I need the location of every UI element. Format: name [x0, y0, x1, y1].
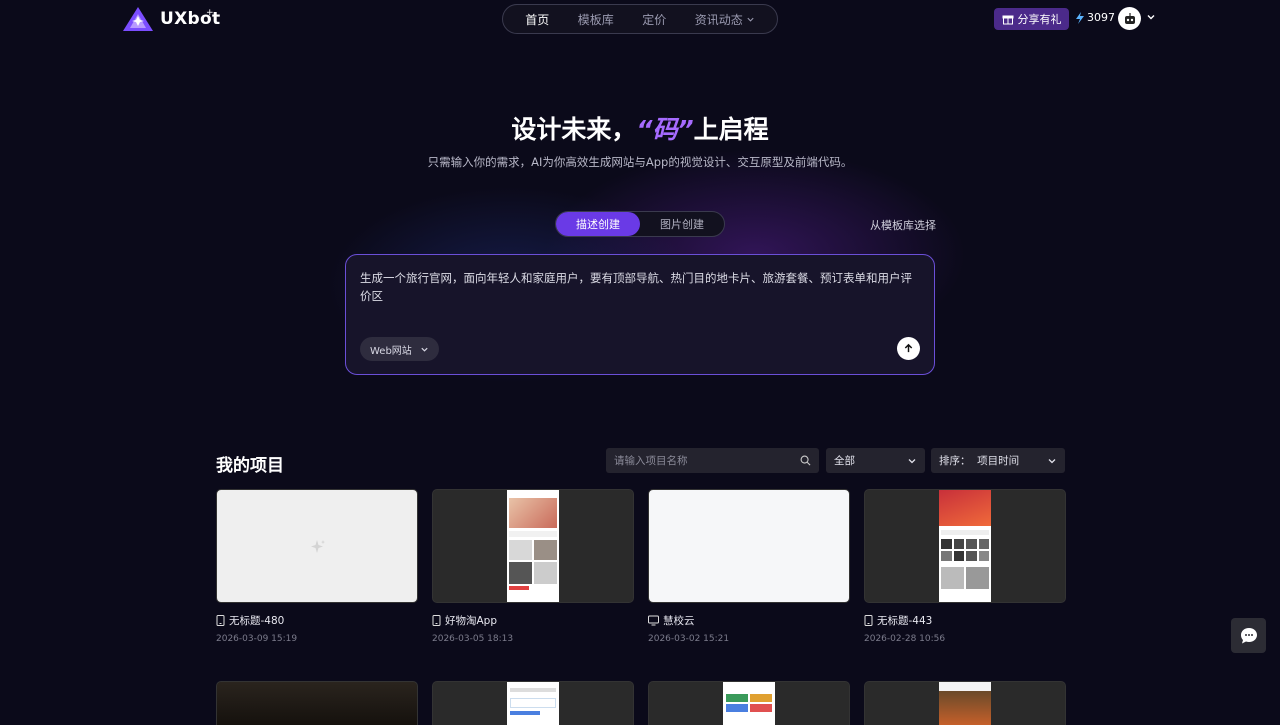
phone-icon [216, 615, 225, 626]
project-filter-select[interactable]: 全部 [826, 448, 925, 473]
project-name-label: 好物淘App [445, 615, 498, 627]
hero-title-start: 设计未来， [511, 115, 637, 144]
project-name[interactable]: 无标题-480 [216, 613, 284, 628]
project-thumbnail[interactable] [216, 681, 418, 725]
gift-icon [1002, 15, 1013, 25]
nav-item-pricing[interactable]: 定价 [642, 11, 666, 28]
hero-title-accent: “码” [636, 115, 694, 144]
project-thumbnail[interactable] [648, 681, 850, 725]
share-gift-button[interactable]: 分享有礼 [994, 8, 1069, 30]
phone-preview [507, 682, 559, 725]
phone-icon [864, 615, 873, 626]
logo-plus-mark: + [206, 8, 214, 18]
project-sort-select[interactable]: 排序： 项目时间 [931, 448, 1065, 473]
project-thumbnail[interactable] [432, 681, 634, 725]
phone-preview [507, 490, 559, 602]
project-name[interactable]: 好物淘App [432, 613, 497, 628]
project-date: 2026-02-28 10:56 [864, 634, 946, 644]
project-search [606, 448, 819, 473]
phone-icon [432, 615, 441, 626]
project-name-label: 无标题-480 [229, 615, 285, 627]
desktop-icon [648, 615, 659, 626]
create-mode-tabs: 描述创建 图片创建 [555, 211, 725, 237]
nav-item-home[interactable]: 首页 [525, 11, 549, 28]
nav-item-news[interactable]: 资讯动态 [695, 11, 755, 28]
project-thumbnail[interactable] [864, 489, 1066, 603]
phone-preview [723, 682, 775, 725]
prompt-box: 生成一个旅行官网，面向年轻人和家庭用户，要有顶部导航、热门目的地卡片、旅游套餐、… [345, 254, 935, 375]
arrow-up-icon [904, 343, 913, 353]
credits-value: 3097 [1087, 11, 1115, 24]
logo-icon [123, 7, 153, 31]
project-sort-value: 排序： 项目时间 [939, 455, 1020, 467]
avatar[interactable] [1118, 7, 1141, 30]
share-gift-label: 分享有礼 [1017, 13, 1062, 26]
project-date: 2026-03-09 15:19 [216, 634, 298, 644]
hero-title-end: 上启程 [693, 115, 769, 144]
chevron-down-icon [908, 458, 916, 463]
project-thumbnail[interactable] [864, 681, 1066, 725]
project-name[interactable]: 慧校云 [648, 613, 695, 628]
project-thumbnail[interactable] [648, 489, 850, 603]
send-button[interactable] [897, 337, 920, 360]
tab-image-create[interactable]: 图片创建 [640, 212, 724, 236]
search-icon[interactable] [800, 455, 811, 466]
chat-support-button[interactable] [1231, 618, 1266, 653]
hero-subtitle: 只需输入你的需求，AI为你高效生成网站与App的视觉设计、交互原型及前端代码。 [427, 155, 853, 169]
lightning-icon [1076, 11, 1084, 24]
project-thumbnail[interactable] [216, 489, 418, 603]
phone-preview [939, 490, 991, 602]
tab-describe-create[interactable]: 描述创建 [556, 212, 640, 236]
projects-title: 我的项目 [216, 456, 284, 476]
project-date: 2026-03-05 18:13 [432, 634, 514, 644]
robot-avatar-icon [1124, 12, 1135, 24]
project-name-label: 慧校云 [663, 615, 695, 627]
nav-item-templates[interactable]: 模板库 [578, 11, 614, 28]
platform-type-select[interactable]: Web网站 [360, 337, 439, 361]
project-thumbnail[interactable] [432, 489, 634, 603]
nav-item-news-label: 资讯动态 [694, 12, 743, 27]
platform-type-value: Web网站 [370, 345, 412, 357]
project-filter-value: 全部 [834, 455, 855, 467]
hero-title: 设计未来，“码”上启程 [0, 110, 1280, 146]
chevron-down-icon [1048, 458, 1056, 463]
prompt-input[interactable]: 生成一个旅行官网，面向年轻人和家庭用户，要有顶部导航、热门目的地卡片、旅游套餐、… [360, 269, 920, 305]
top-nav: 首页 模板库 定价 资讯动态 [502, 4, 778, 34]
sparkle-icon [311, 540, 325, 553]
choose-from-templates-link[interactable]: 从模板库选择 [870, 217, 936, 233]
account-chevron-down-icon[interactable] [1146, 12, 1156, 22]
project-name-label: 无标题-443 [877, 615, 933, 627]
project-name[interactable]: 无标题-443 [864, 613, 932, 628]
credits-balance[interactable]: 3097 [1075, 11, 1115, 24]
project-date: 2026-03-02 15:21 [648, 634, 730, 644]
chevron-down-icon [421, 347, 428, 352]
phone-preview [939, 682, 991, 725]
project-search-input[interactable] [614, 454, 784, 467]
chevron-down-icon [747, 17, 754, 22]
chat-bubble-icon [1240, 627, 1257, 643]
